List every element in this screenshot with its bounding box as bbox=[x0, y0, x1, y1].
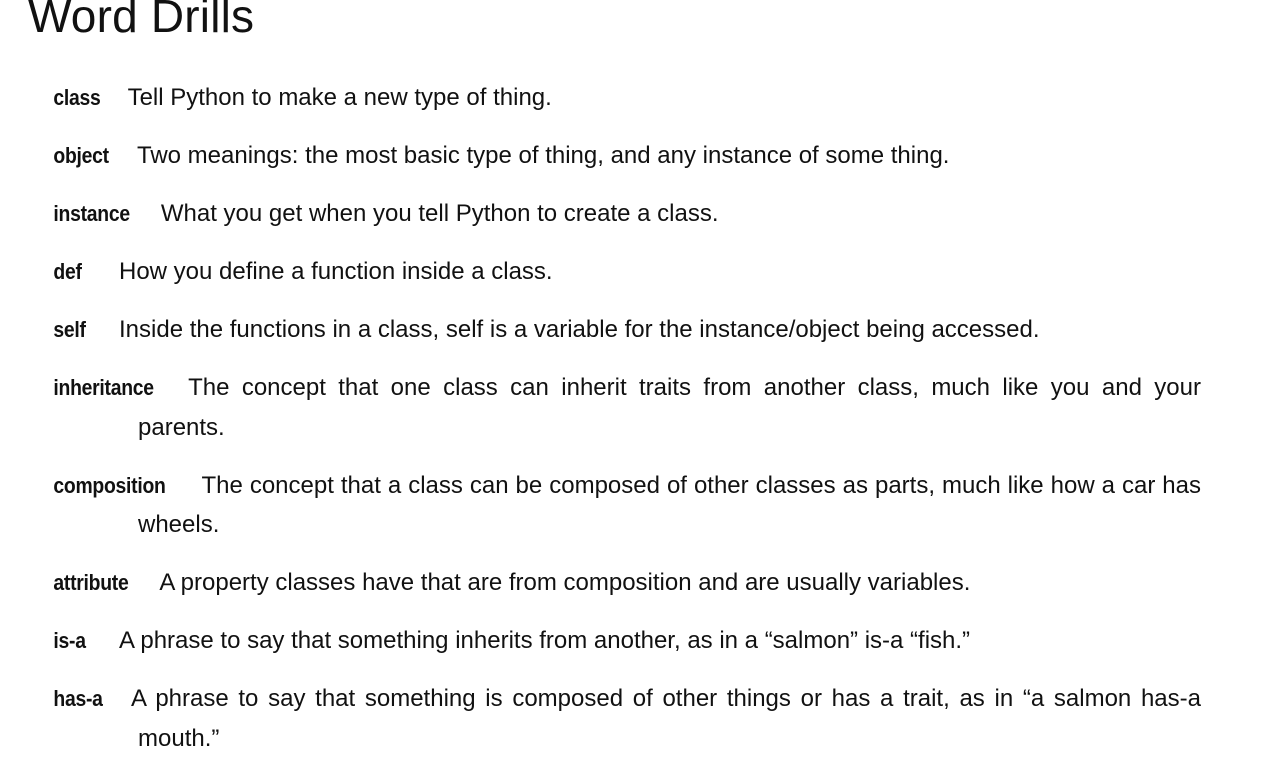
drill-definition: The concept that a class can be composed… bbox=[138, 471, 1201, 539]
drill-definition: The concept that one class can inherit t… bbox=[138, 374, 1201, 441]
drill-definition: A phrase to say that something inherits … bbox=[119, 627, 971, 654]
drill-term: attribute bbox=[53, 570, 129, 595]
drill-term: object bbox=[53, 143, 109, 168]
drill-item-composition: composition The concept that a class can … bbox=[53, 466, 1201, 545]
drill-definition: How you define a function inside a class… bbox=[119, 258, 553, 285]
drill-definition: A property classes have that are from co… bbox=[159, 569, 971, 596]
word-drill-list: class Tell Python to make a new type of t… bbox=[53, 78, 1201, 777]
drill-item-instance: instance What you get when you tell Pytho… bbox=[53, 194, 1201, 234]
drill-definition: Inside the functions in a class, self is… bbox=[119, 316, 1040, 343]
drill-term: inheritance bbox=[53, 375, 154, 400]
drill-item-self: self Inside the functions in a class, sel… bbox=[53, 316, 1040, 343]
drill-definition: What you get when you tell Python to cre… bbox=[160, 200, 719, 227]
drill-item-attribute: attribute A property classes have that ar… bbox=[53, 563, 1201, 603]
drill-term: has-a bbox=[53, 686, 103, 711]
drill-term: instance bbox=[53, 201, 130, 226]
drill-definition: A phrase to say that something is compos… bbox=[130, 685, 1201, 752]
drill-item-is-a: is-a A phrase to say that something inher… bbox=[53, 627, 971, 654]
drill-item-inheritance: inheritance The concept that one class ca… bbox=[53, 368, 1201, 447]
drill-definition: Tell Python to make a new type of thing. bbox=[127, 84, 552, 111]
drill-term: class bbox=[53, 85, 101, 110]
drill-term: composition bbox=[53, 472, 166, 498]
drill-item-class: class Tell Python to make a new type of t… bbox=[53, 78, 1201, 118]
drill-item-has-a: has-a A phrase to say that something is c… bbox=[53, 679, 1201, 758]
drill-item-object: object Two meanings: the most basic type … bbox=[53, 136, 1201, 176]
drill-item-def: def How you define a function inside a cl… bbox=[53, 258, 553, 285]
drill-definition: Two meanings: the most basic type of thi… bbox=[137, 142, 950, 169]
page-title: Word Drills bbox=[28, 0, 255, 42]
